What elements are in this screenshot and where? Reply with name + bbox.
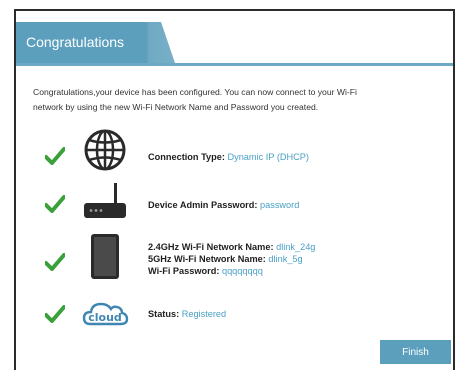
title-underline xyxy=(16,63,453,66)
cloud-label: Status: xyxy=(148,309,180,319)
wifi-5-value: dlink_5g xyxy=(268,254,303,264)
connection-value: Dynamic IP (DHCP) xyxy=(227,152,309,162)
tablet-icon xyxy=(91,234,119,279)
check-icon xyxy=(45,195,65,213)
wifi-24-line: 2.4GHz Wi-Fi Network Name: dlink_24g xyxy=(148,241,315,253)
cloud-info: Status: Registered xyxy=(148,308,226,320)
check-icon xyxy=(45,253,65,271)
check-icon xyxy=(45,147,65,165)
wifi-24-value: dlink_24g xyxy=(276,242,316,252)
intro-text: Congratulations,your device has been con… xyxy=(33,85,451,115)
dialog-title: Congratulations xyxy=(26,34,125,50)
finish-button[interactable]: Finish xyxy=(380,340,451,364)
intro-line-2: network by using the new Wi-Fi Network N… xyxy=(33,102,319,112)
connection-row: Connection Type: Dynamic IP (DHCP) xyxy=(16,123,453,173)
intro-line-1: Congratulations,your device has been con… xyxy=(33,87,357,97)
cloud-icon: cloud xyxy=(82,302,129,326)
wifi-5-label: 5GHz Wi-Fi Network Name: xyxy=(148,254,266,264)
globe-icon xyxy=(84,129,126,171)
admin-info: Device Admin Password: password xyxy=(148,199,299,211)
wifi-info: 2.4GHz Wi-Fi Network Name: dlink_24g 5GH… xyxy=(148,241,315,277)
wifi-password-label: Wi-Fi Password: xyxy=(148,266,220,276)
wifi-password-line: Wi-Fi Password: qqqqqqqq xyxy=(148,265,315,277)
router-icon xyxy=(84,183,126,218)
wifi-5-line: 5GHz Wi-Fi Network Name: dlink_5g xyxy=(148,253,315,265)
cloud-icon-text: cloud xyxy=(88,311,122,324)
check-icon xyxy=(45,305,65,323)
wifi-password-value: qqqqqqqq xyxy=(221,266,263,276)
admin-row: Device Admin Password: password xyxy=(16,179,453,229)
connection-label: Connection Type: xyxy=(148,152,225,162)
cloud-row: cloud Status: Registered xyxy=(16,291,453,336)
connection-info: Connection Type: Dynamic IP (DHCP) xyxy=(148,151,309,163)
wifi-24-label: 2.4GHz Wi-Fi Network Name: xyxy=(148,242,274,252)
setup-dialog: Congratulations Congratulations,your dev… xyxy=(14,9,455,370)
admin-label: Device Admin Password: xyxy=(148,200,258,210)
admin-value: password xyxy=(260,200,300,210)
wifi-row: 2.4GHz Wi-Fi Network Name: dlink_24g 5GH… xyxy=(16,229,453,289)
cloud-value: Registered xyxy=(181,309,227,319)
